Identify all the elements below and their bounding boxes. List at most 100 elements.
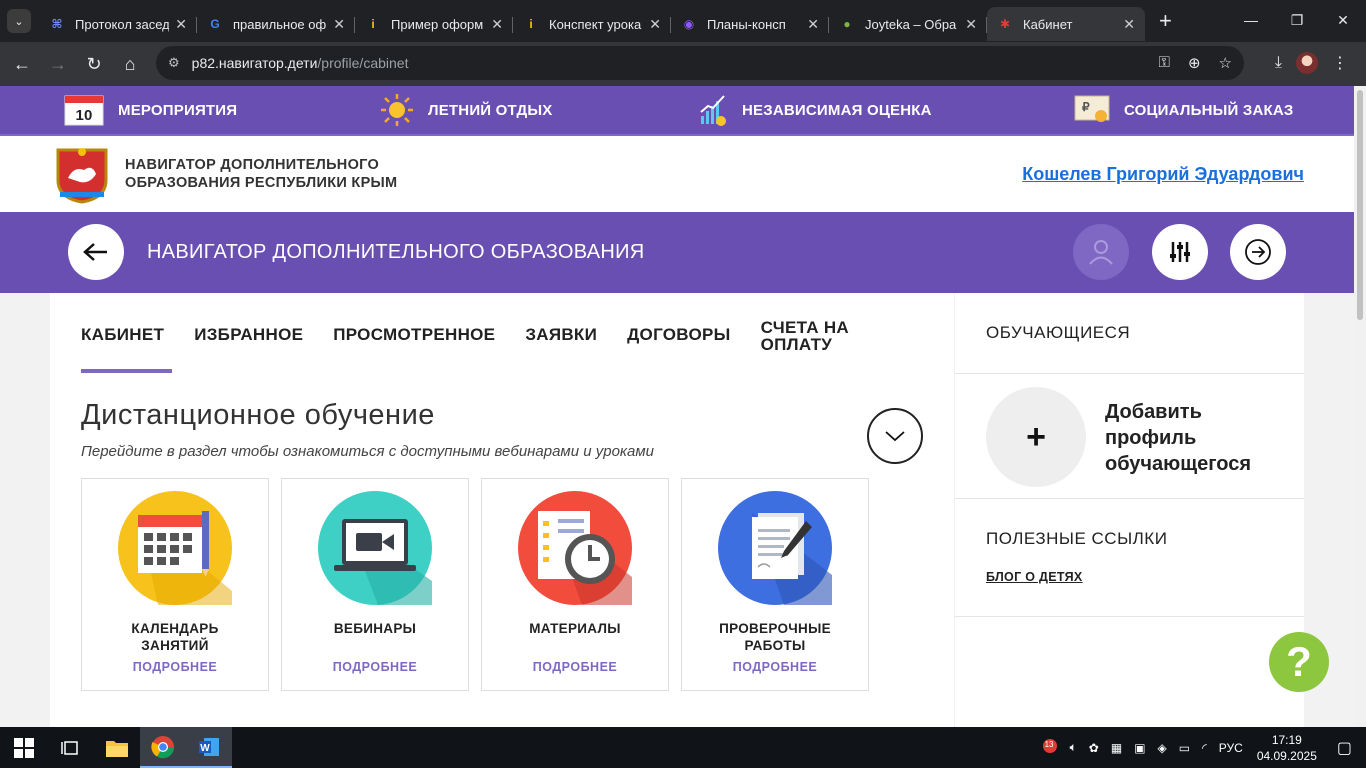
add-student-button[interactable]: + — [986, 387, 1086, 487]
close-window-icon[interactable]: ✕ — [1320, 0, 1366, 40]
sun-icon — [381, 94, 413, 126]
add-student-label[interactable]: Добавить профиль обучающегося — [1105, 399, 1251, 477]
word-taskbar-icon[interactable]: W — [186, 727, 232, 768]
browser-tab[interactable]: ◉ Планы-консп ✕ — [671, 7, 829, 41]
tab-close-icon[interactable]: ✕ — [491, 16, 503, 33]
section-subtitle: Перейдите в раздел чтобы ознакомиться с … — [81, 443, 654, 460]
page-scrollbar[interactable] — [1354, 86, 1366, 727]
notification-badge-icon[interactable]: 13 — [1042, 738, 1058, 757]
tab-favorites[interactable]: ИЗБРАННОЕ — [194, 326, 303, 353]
browser-tab[interactable]: i Конспект урока ✕ — [513, 7, 671, 41]
nav-assessment[interactable]: НЕЗАВИСИМАЯ ОЦЕНКА — [700, 94, 932, 126]
calendar-day: 10 — [75, 107, 92, 124]
battery-icon[interactable]: ▭ — [1179, 741, 1190, 755]
tab-search-button[interactable]: ⌄ — [7, 9, 31, 33]
home-icon[interactable]: ⌂ — [112, 46, 148, 82]
tray-app-icon[interactable]: ▣ — [1134, 741, 1145, 755]
tab-close-icon[interactable]: ✕ — [333, 16, 345, 33]
browser-tab[interactable]: ⌘ Протокол заседа ✕ — [39, 7, 197, 41]
logout-button[interactable] — [1230, 224, 1286, 280]
laptop-video-icon — [318, 491, 432, 605]
card-webinars[interactable]: ВЕБИНАРЫ ПОДРОБНЕЕ — [281, 478, 469, 691]
windows-taskbar: W 13 🔈︎ ✿ ▦ ▣ ◈ ▭ ◜ РУС 17:19 04.09.2025… — [0, 727, 1366, 768]
minimize-icon[interactable]: — — [1228, 0, 1274, 40]
notifications-icon[interactable]: ▢ — [1337, 738, 1352, 758]
arrow-right-circle-icon — [1245, 239, 1271, 265]
zoom-icon[interactable]: ⊕ — [1188, 54, 1201, 72]
back-button[interactable] — [68, 224, 124, 280]
scrollbar-thumb[interactable] — [1357, 90, 1363, 320]
tab-close-icon[interactable]: ✕ — [175, 16, 187, 33]
task-view-icon[interactable] — [48, 727, 94, 768]
clock-date: 04.09.2025 — [1256, 748, 1317, 763]
blog-link[interactable]: БЛОГ О ДЕТЯХ — [986, 570, 1083, 584]
new-tab-plus-icon[interactable]: + — [1159, 8, 1172, 34]
tab-close-icon[interactable]: ✕ — [649, 16, 661, 33]
card-tests[interactable]: ПРОВЕРОЧНЫЕ РАБОТЫ ПОДРОБНЕЕ — [681, 478, 869, 691]
tab-close-icon[interactable]: ✕ — [965, 16, 977, 33]
chrome-taskbar-icon[interactable] — [140, 727, 186, 768]
section-toggle-button[interactable] — [867, 408, 923, 464]
address-bar[interactable]: ⚙ p82.навигатор.дети/profile/cabinet ⚿ ⊕… — [156, 46, 1244, 80]
browser-tab[interactable]: Gправильное оф ✕ — [197, 7, 355, 41]
more-menu-icon[interactable]: ⋮ — [1332, 53, 1348, 73]
site-info-icon[interactable]: ⚙ — [168, 55, 180, 71]
download-icon[interactable]: ⤓ — [1275, 54, 1282, 72]
reload-icon[interactable]: ↻ — [76, 46, 112, 82]
network-app-icon[interactable]: ▦ — [1111, 741, 1122, 755]
tab-list: ⌘ Протокол заседа ✕ Gправильное оф ✕ i Пример … — [39, 0, 1145, 42]
active-tab-indicator — [81, 369, 172, 373]
windows-start-icon[interactable] — [0, 727, 48, 768]
card-webinars-more-link[interactable]: ПОДРОБНЕЕ — [282, 660, 468, 674]
tab-cabinet[interactable]: КАБИНЕТ — [81, 326, 164, 353]
chevron-down-icon: ⌄ — [14, 15, 24, 28]
tab-invoices[interactable]: СЧЕТА НА ОПЛАТУ — [761, 319, 849, 353]
nav-summer-label: ЛЕТНИЙ ОТДЫХ — [428, 101, 553, 119]
bookmark-star-icon[interactable]: ☆ — [1219, 54, 1232, 72]
tab-close-icon[interactable]: ✕ — [807, 16, 819, 33]
divider — [955, 373, 1304, 374]
card-materials-more-link[interactable]: ПОДРОБНЕЕ — [482, 660, 668, 674]
settings-button[interactable] — [1152, 224, 1208, 280]
crimea-crest-logo[interactable] — [54, 144, 110, 204]
tab-viewed[interactable]: ПРОСМОТРЕННОЕ — [333, 326, 495, 353]
site-logo-text[interactable]: НАВИГАТОР ДОПОЛНИТЕЛЬНОГО ОБРАЗОВАНИЯ РЕ… — [125, 156, 397, 192]
nav-events[interactable]: 10 МЕРОПРИЯТИЯ — [64, 94, 237, 126]
clock[interactable]: 17:19 04.09.2025 — [1257, 732, 1317, 764]
tab-contracts[interactable]: ДОГОВОРЫ — [627, 326, 730, 353]
certificate-glyph: ₽ — [1082, 100, 1090, 114]
help-button[interactable]: ? — [1269, 632, 1329, 692]
nav-assessment-label: НЕЗАВИСИМАЯ ОЦЕНКА — [742, 101, 932, 119]
browser-tab[interactable]: ✱ Кабинет ✕ — [987, 7, 1145, 41]
profile-avatar[interactable] — [1296, 52, 1318, 74]
tab-favicon-icon: ● — [843, 17, 851, 31]
tab-applications[interactable]: ЗАЯВКИ — [525, 326, 597, 353]
file-explorer-icon[interactable] — [94, 727, 140, 768]
tab-title: Конспект урока — [549, 16, 642, 32]
growth-chart-icon — [700, 95, 726, 126]
nav-social-order[interactable]: ₽ СОЦИАЛЬНЫЙ ЗАКАЗ — [1074, 94, 1293, 126]
document-clock-icon — [518, 491, 632, 605]
tray-app-icon[interactable]: ✿ — [1089, 741, 1099, 755]
tab-close-icon[interactable]: ✕ — [1123, 16, 1135, 33]
forward-arrow-icon[interactable]: → — [40, 46, 76, 82]
nav-summer[interactable]: ЛЕТНИЙ ОТДЫХ — [380, 93, 553, 127]
card-tests-more-link[interactable]: ПОДРОБНЕЕ — [682, 660, 868, 674]
volume-icon[interactable]: 🔈︎ — [1070, 740, 1077, 755]
card-class-calendar-more-link[interactable]: ПОДРОБНЕЕ — [82, 660, 268, 674]
language-indicator[interactable]: РУС — [1219, 741, 1243, 755]
window-controls: — ❐ ✕ — [1228, 0, 1366, 40]
profile-button[interactable] — [1073, 224, 1129, 280]
user-name-link[interactable]: Кошелев Григорий Эдуардович — [1022, 164, 1304, 185]
card-materials[interactable]: МАТЕРИАЛЫ ПОДРОБНЕЕ — [481, 478, 669, 691]
tab-favicon-icon: ✱ — [999, 17, 1011, 31]
back-arrow-icon[interactable]: ← — [4, 46, 40, 82]
browser-tab[interactable]: i Пример оформ ✕ — [355, 7, 513, 41]
logo-line-2: ОБРАЗОВАНИЯ РЕСПУБЛИКИ КРЫМ — [125, 175, 398, 191]
nvidia-icon[interactable]: ◈ — [1158, 741, 1167, 755]
wifi-icon[interactable]: ◜ — [1202, 741, 1207, 755]
card-class-calendar[interactable]: КАЛЕНДАРЬ ЗАНЯТИЙ ПОДРОБНЕЕ — [81, 478, 269, 691]
browser-tab[interactable]: ● Joyteka – Обра ✕ — [829, 7, 987, 41]
restore-icon[interactable]: ❐ — [1274, 0, 1320, 40]
password-key-icon[interactable]: ⚿ — [1159, 54, 1170, 72]
